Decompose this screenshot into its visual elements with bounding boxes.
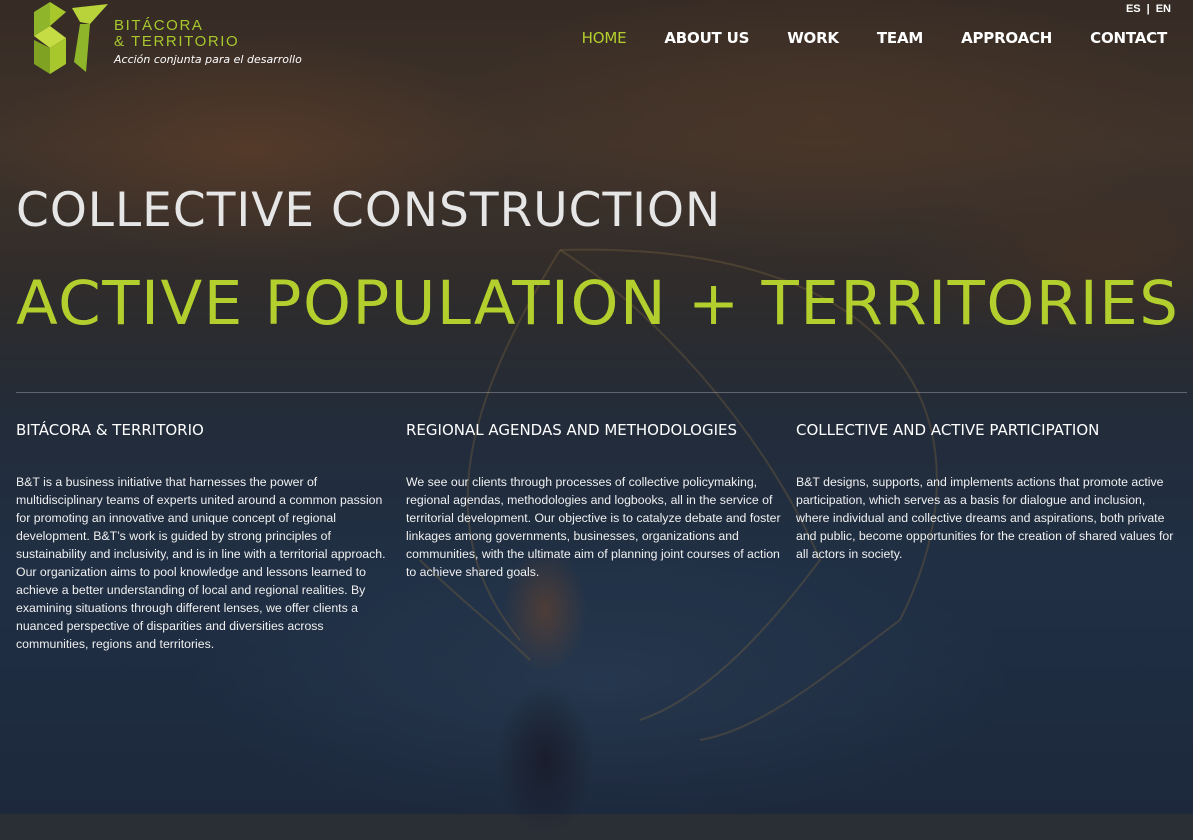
logo-mark-icon [34,2,108,74]
logo-name-line2: & TERRITORIO [114,33,240,50]
column-title: REGIONAL AGENDAS AND METHODOLOGIES [406,421,738,439]
main-nav: HOME ABOUT US WORK TEAM APPROACH CONTACT [582,29,1168,47]
nav-approach[interactable]: APPROACH [961,29,1052,47]
column-body: B&T is a business initiative that harnes… [16,475,386,651]
hero-heading-secondary: ACTIVE POPULATION + TERRITORIES [16,268,1180,339]
language-en-link[interactable]: EN [1156,3,1171,15]
nav-contact[interactable]: CONTACT [1090,29,1167,47]
nav-home[interactable]: HOME [582,29,627,47]
nav-team[interactable]: TEAM [877,29,923,47]
nav-work[interactable]: WORK [787,29,839,47]
column-regional-agendas: REGIONAL AGENDAS AND METHODOLOGIES We se… [406,421,786,581]
nav-about-us[interactable]: ABOUT US [664,29,749,47]
language-separator: | [1146,3,1150,15]
column-title: BITÁCORA & TERRITORIO [16,421,204,439]
column-body: B&T designs, supports, and implements ac… [796,475,1174,561]
hero-heading-primary: COLLECTIVE CONSTRUCTION [16,183,722,238]
column-title: COLLECTIVE AND ACTIVE PARTICIPATION [796,421,1100,439]
logo-tagline: Acción conjunta para el desarrollo [114,53,302,66]
column-bitacora-territorio: BITÁCORA & TERRITORIO B&T is a business … [16,421,396,653]
column-body: We see our clients through processes of … [406,475,781,579]
column-collective-participation: COLLECTIVE AND ACTIVE PARTICIPATION B&T … [796,421,1176,563]
logo-name-line1: BITÁCORA [114,17,204,34]
logo[interactable]: BITÁCORA & TERRITORIO Acción conjunta pa… [30,2,302,74]
language-es-link[interactable]: ES [1126,3,1141,15]
hero-divider [16,392,1187,393]
language-switcher: ES | EN [1126,3,1171,15]
dark-overlay [0,0,1193,814]
